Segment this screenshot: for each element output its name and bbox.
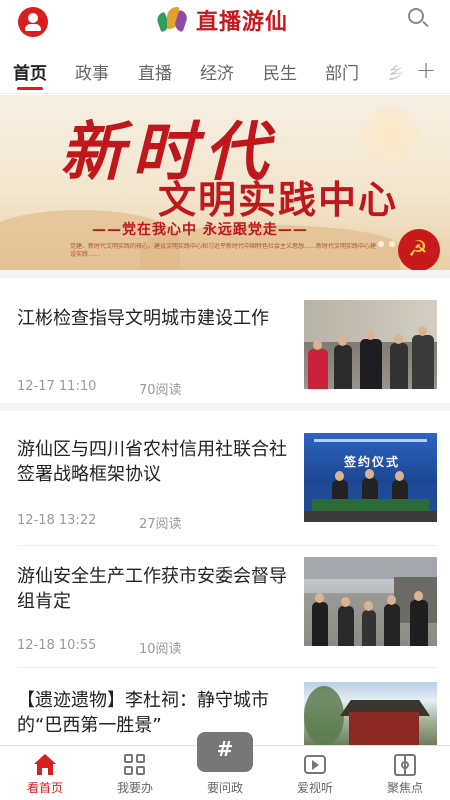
banner-subheadline: 文明实践中心 <box>158 177 399 222</box>
article-reads: 70阅读 <box>139 383 182 398</box>
article-time: 12-18 10:55 <box>17 638 97 653</box>
add-channel-icon[interactable]: + <box>416 56 436 84</box>
section-divider <box>0 403 450 411</box>
brand-title: 直播游仙 <box>196 10 289 35</box>
play-icon <box>304 754 326 776</box>
hero-banner[interactable]: 新时代 文明实践中心 ——党在我心中 永远跟党走—— 党建、新时代文明实践的核心… <box>0 95 450 270</box>
article-reads: 10阅读 <box>139 642 182 657</box>
signing-banner-text: 签约仪式 <box>344 455 401 469</box>
avatar-body <box>25 24 41 31</box>
focus-icon <box>394 754 416 776</box>
article-title: 游仙安全生产工作获市安委会督导组肯定 <box>17 566 287 612</box>
nav-media[interactable]: 爱视听 <box>270 746 360 800</box>
article-time: 12-18 13:22 <box>17 513 97 528</box>
list-item[interactable]: 江彬检查指导文明城市建设工作 12-17 11:10 70阅读 <box>0 300 450 400</box>
list-separator <box>17 545 437 546</box>
channel-tabs: 首页 政事 直播 经济 民生 部门 乡 + <box>0 46 450 94</box>
grid-icon <box>124 754 146 776</box>
article-title: 江彬检查指导文明城市建设工作 <box>17 308 269 329</box>
brand-logo: 直播游仙 <box>155 4 289 36</box>
nav-label: 要问政 <box>206 781 243 795</box>
tab-departments[interactable]: 部门 <box>325 59 359 84</box>
nav-label: 爱视听 <box>296 781 333 795</box>
section-divider <box>0 270 450 278</box>
article-thumbnail <box>304 682 437 745</box>
search-icon[interactable] <box>408 8 429 28</box>
bottom-navigation: 看首页 我要办 # 要问政 爱视听 聚焦点 <box>0 732 450 800</box>
list-item[interactable]: 游仙区与四川省农村信用社联合社签署战略框架协议 12-18 13:22 27阅读… <box>0 432 450 532</box>
article-meta: 12-18 10:55 10阅读 <box>17 638 182 657</box>
app-header: 直播游仙 <box>0 0 450 46</box>
avatar-head <box>28 13 38 23</box>
list-item[interactable]: 游仙安全生产工作获市安委会督导组肯定 12-18 10:55 10阅读 <box>0 557 450 657</box>
article-reads: 27阅读 <box>139 517 182 532</box>
brand-mark-icon <box>155 5 190 35</box>
banner-sun <box>360 105 420 165</box>
active-tab-indicator <box>17 87 43 90</box>
article-thumbnail <box>304 557 437 646</box>
article-thumbnail: 签约仪式 <box>304 433 437 522</box>
tab-economy[interactable]: 经济 <box>200 59 234 84</box>
tab-politics[interactable]: 政事 <box>75 59 109 84</box>
nav-inquiry[interactable]: 要问政 <box>180 746 270 800</box>
article-thumbnail <box>304 300 437 389</box>
party-emblem-icon: ☭ <box>398 229 440 270</box>
user-avatar-icon[interactable] <box>18 7 48 37</box>
tab-home[interactable]: 首页 <box>13 59 47 84</box>
article-title: 【遗迹遗物】李杜祠：静守城市的“巴西第一胜景” <box>17 690 269 736</box>
home-icon <box>34 754 56 776</box>
tab-live[interactable]: 直播 <box>138 59 172 84</box>
list-separator <box>17 667 437 668</box>
nav-label: 看首页 <box>26 781 63 795</box>
nav-label: 聚焦点 <box>386 781 423 795</box>
nav-services[interactable]: 我要办 <box>90 746 180 800</box>
nav-label: 我要办 <box>116 781 153 795</box>
banner-fine-print: 党建、新时代文明实践的核心，建设文明实践中心和习近平新时代中国特色社会主义思想…… <box>70 243 377 258</box>
article-meta: 12-18 13:22 27阅读 <box>17 513 182 532</box>
tab-livelihood[interactable]: 民生 <box>263 59 297 84</box>
banner-slogan: ——党在我心中 永远跟党走—— <box>92 222 308 238</box>
article-time: 12-17 11:10 <box>17 379 97 394</box>
tab-fade <box>372 46 422 92</box>
article-title: 游仙区与四川省农村信用社联合社签署战略框架协议 <box>17 439 287 485</box>
nav-home[interactable]: 看首页 <box>0 746 90 800</box>
nav-focus[interactable]: 聚焦点 <box>360 746 450 800</box>
article-meta: 12-17 11:10 70阅读 <box>17 379 182 398</box>
